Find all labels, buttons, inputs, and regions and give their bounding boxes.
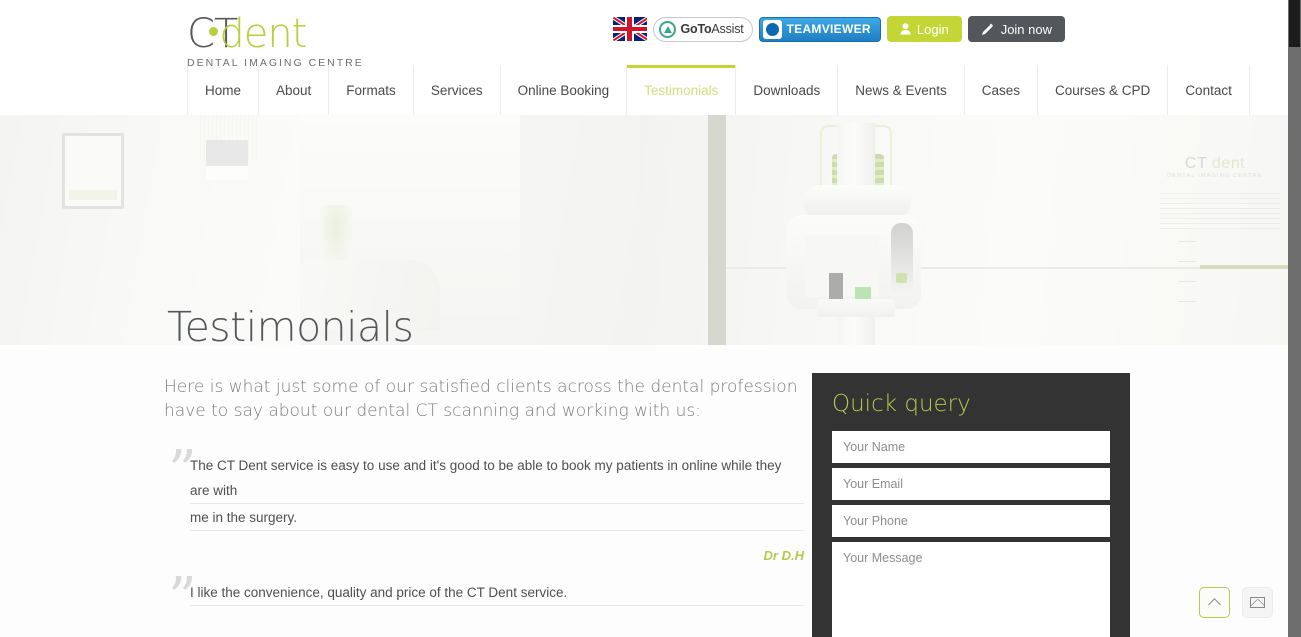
logo-wordmark: CTdent: [187, 12, 364, 56]
nav-item-online-booking[interactable]: Online Booking: [501, 65, 628, 115]
quote-mark-icon: ”: [168, 566, 197, 631]
main-navigation: Home About Formats Services Online Booki…: [187, 65, 1250, 115]
name-input[interactable]: [832, 431, 1110, 463]
pencil-icon: [981, 23, 993, 35]
hero-banner: CT dent DENTAL IMAGING CENTRE Testimonia…: [0, 115, 1288, 345]
quick-query-panel: Quick query: [812, 373, 1130, 637]
join-now-button[interactable]: Join now: [967, 16, 1065, 42]
nav-item-downloads[interactable]: Downloads: [736, 65, 839, 115]
testimonial-item: ” The CT Dent service is easy to use and…: [164, 439, 804, 563]
gotoassist-icon: [659, 20, 677, 38]
gotoassist-label: GoToAssist: [680, 22, 744, 36]
contact-mail-button[interactable]: [1242, 587, 1273, 618]
nav-item-courses-cpd[interactable]: Courses & CPD: [1038, 65, 1169, 115]
envelope-icon: [1250, 597, 1265, 608]
intro-text: Here is what just some of our satisfied …: [164, 377, 798, 421]
join-now-label: Join now: [1000, 21, 1052, 37]
site-header: CTdent DENTAL IMAGING CENTRE GoToAssist …: [0, 0, 1288, 115]
message-textarea[interactable]: [832, 542, 1110, 637]
site-logo[interactable]: CTdent DENTAL IMAGING CENTRE: [187, 12, 364, 69]
testimonial-item: ” I like the convenience, quality and pr…: [164, 571, 804, 627]
page-title: Testimonials: [167, 303, 414, 345]
testimonial-line: I like the convenience, quality and pric…: [190, 579, 804, 606]
header-tools: GoToAssist TEAMVIEWER Login Join now: [613, 16, 1065, 42]
login-button[interactable]: Login: [886, 16, 962, 42]
nav-item-cases[interactable]: Cases: [965, 65, 1039, 115]
login-label: Login: [916, 21, 949, 37]
user-icon: [900, 23, 911, 35]
phone-input[interactable]: [832, 505, 1110, 537]
teamviewer-button[interactable]: TEAMVIEWER: [758, 16, 881, 42]
testimonial-line: me in the surgery.: [190, 504, 804, 531]
testimonial-line: The CT Dent service is easy to use and i…: [190, 452, 804, 504]
nav-item-formats[interactable]: Formats: [329, 65, 414, 115]
nav-item-contact[interactable]: Contact: [1168, 65, 1250, 115]
testimonial-list: ” The CT Dent service is easy to use and…: [164, 439, 804, 627]
nav-item-home[interactable]: Home: [187, 65, 260, 115]
nav-item-testimonials[interactable]: Testimonials: [627, 65, 737, 115]
logo-dent-text: dent: [219, 11, 307, 57]
teamviewer-icon: [762, 19, 782, 39]
floating-actions: [1199, 587, 1273, 618]
uk-flag-icon[interactable]: [613, 17, 648, 41]
quote-mark-icon: ”: [168, 439, 197, 504]
nav-item-about[interactable]: About: [259, 65, 330, 115]
scrollbar-thumb[interactable]: [1289, 0, 1300, 47]
teamviewer-label: TEAMVIEWER: [786, 22, 871, 36]
gotoassist-button[interactable]: GoToAssist: [653, 16, 753, 42]
chevron-up-icon: [1208, 598, 1221, 611]
page-root: CTdent DENTAL IMAGING CENTRE GoToAssist …: [0, 0, 1301, 637]
email-input[interactable]: [832, 468, 1110, 500]
vertical-scrollbar[interactable]: [1288, 0, 1301, 637]
nav-item-services[interactable]: Services: [414, 65, 501, 115]
quick-query-title: Quick query: [832, 391, 971, 417]
nav-item-news-events[interactable]: News & Events: [838, 65, 965, 115]
scroll-to-top-button[interactable]: [1199, 587, 1230, 618]
testimonial-author: Dr D.H: [763, 548, 804, 563]
